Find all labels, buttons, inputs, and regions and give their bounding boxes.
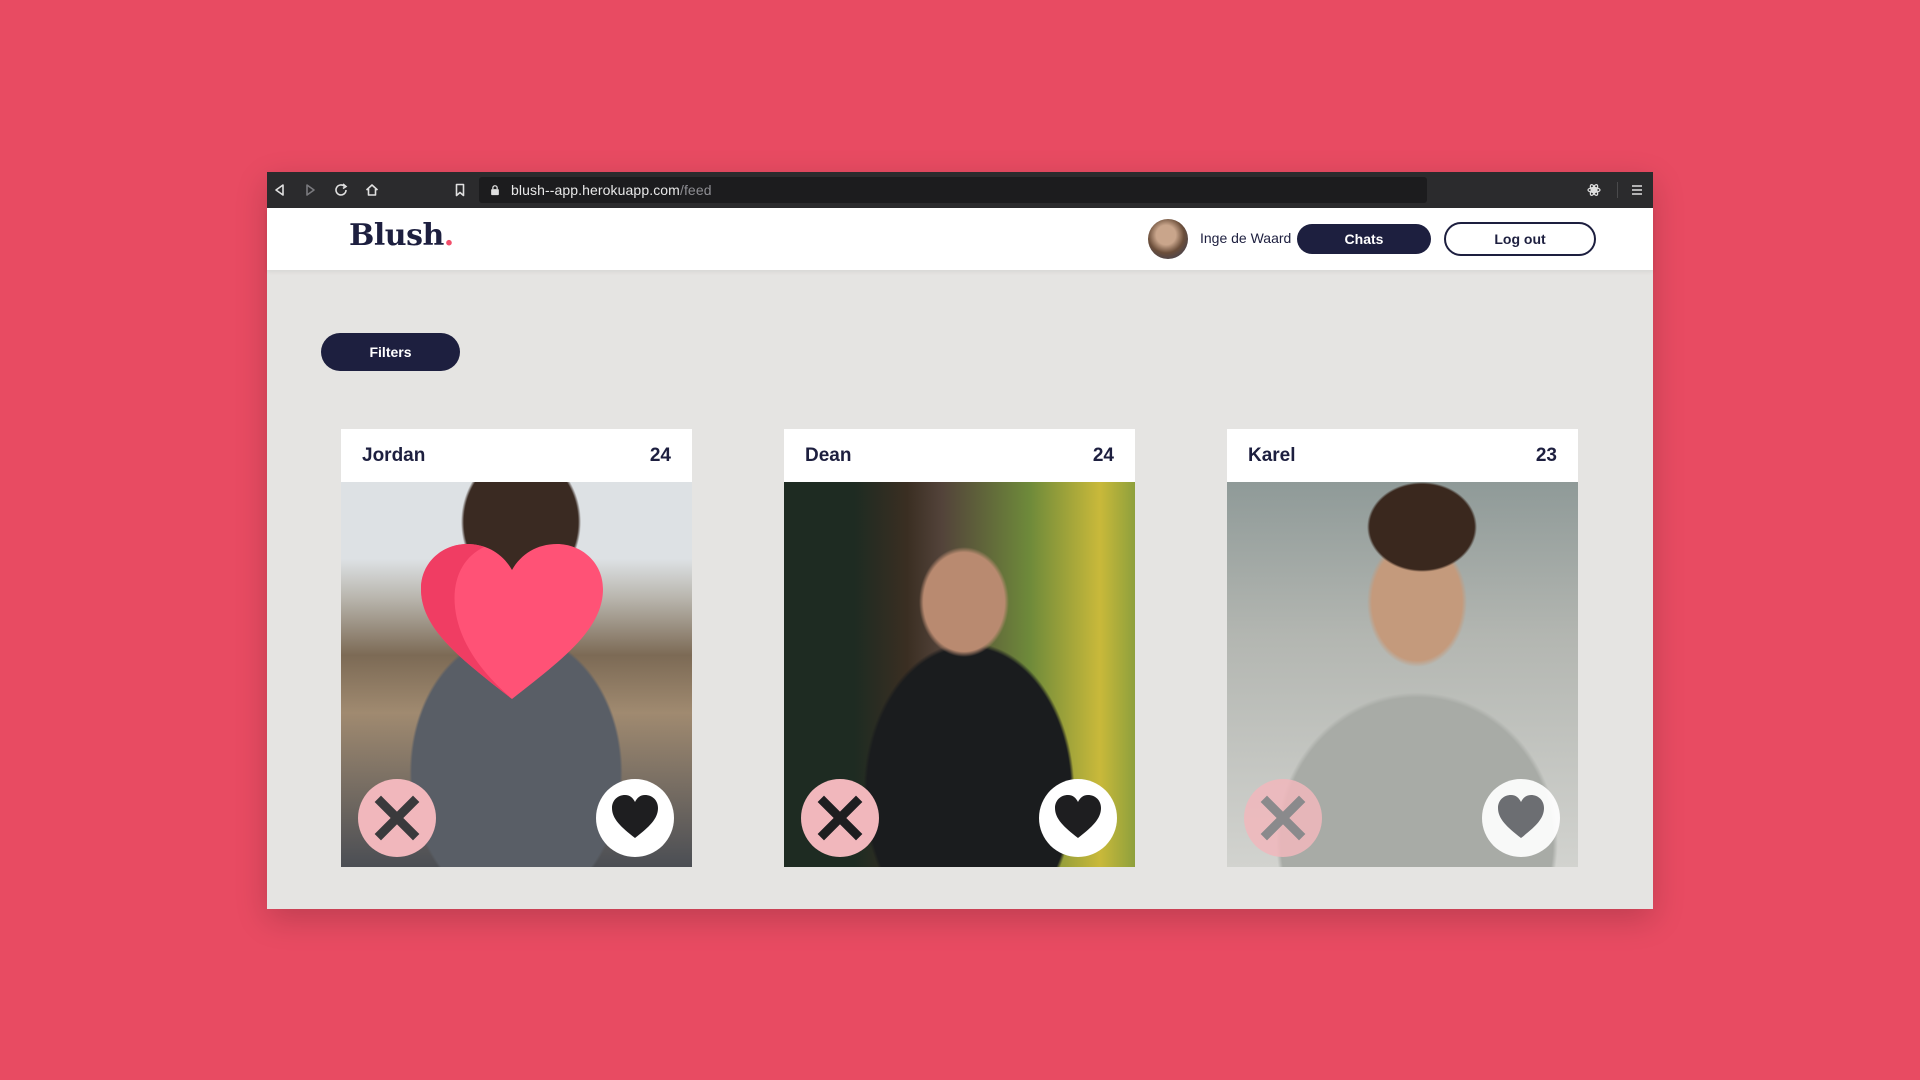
- profile-photo: [341, 482, 692, 867]
- chats-button[interactable]: Chats: [1297, 224, 1431, 254]
- logo-text: Blush: [349, 218, 444, 253]
- menu-icon[interactable]: [1628, 181, 1646, 199]
- profile-photo: [1227, 482, 1578, 867]
- url-path: /feed: [679, 182, 712, 198]
- heart-icon: [1498, 795, 1544, 838]
- heart-icon: [612, 795, 658, 838]
- filters-button[interactable]: Filters: [321, 333, 460, 371]
- address-bar[interactable]: blush--app.herokuapp.com/feed: [479, 177, 1427, 203]
- extension-icon[interactable]: [1585, 181, 1603, 199]
- card-header: Jordan 24: [341, 429, 692, 482]
- profile-card: Dean 24: [784, 429, 1135, 867]
- url-host: blush--app.herokuapp.com: [511, 182, 680, 198]
- profile-photo: [784, 482, 1135, 867]
- logout-button[interactable]: Log out: [1444, 222, 1596, 256]
- close-icon: [817, 795, 863, 841]
- toolbar-divider: [1617, 182, 1618, 198]
- blush-logo[interactable]: Blush.: [349, 218, 454, 253]
- browser-toolbar: blush--app.herokuapp.com/feed: [267, 172, 1653, 208]
- profile-name: Karel: [1248, 444, 1296, 466]
- app-header: Blush. Inge de Waard Chats Log out: [267, 208, 1653, 270]
- user-name: Inge de Waard: [1200, 230, 1292, 246]
- like-button[interactable]: [596, 779, 674, 857]
- reload-icon[interactable]: [332, 181, 350, 199]
- profile-card: Jordan 24: [341, 429, 692, 867]
- profile-age: 24: [649, 444, 671, 466]
- forward-icon[interactable]: [301, 181, 319, 199]
- dislike-button[interactable]: [801, 779, 879, 857]
- url-text: blush--app.herokuapp.com/feed: [511, 182, 712, 198]
- dislike-button[interactable]: [358, 779, 436, 857]
- profile-age: 23: [1535, 444, 1557, 466]
- profile-name: Dean: [805, 444, 852, 466]
- liked-heart-icon: [421, 544, 603, 699]
- dislike-button[interactable]: [1244, 779, 1322, 857]
- lock-icon: [489, 183, 503, 197]
- home-icon[interactable]: [363, 181, 381, 199]
- like-button[interactable]: [1039, 779, 1117, 857]
- profile-name: Jordan: [362, 444, 426, 466]
- close-icon: [374, 795, 420, 841]
- back-icon[interactable]: [271, 181, 289, 199]
- logo-dot: .: [443, 218, 454, 253]
- profile-age: 24: [1092, 444, 1114, 466]
- card-header: Karel 23: [1227, 429, 1578, 482]
- profile-card: Karel 23: [1227, 429, 1578, 867]
- like-button[interactable]: [1482, 779, 1560, 857]
- bookmark-icon[interactable]: [451, 181, 469, 199]
- card-header: Dean 24: [784, 429, 1135, 482]
- browser-window: blush--app.herokuapp.com/feed Blush. Ing…: [267, 172, 1653, 909]
- close-icon: [1260, 795, 1306, 841]
- user-avatar[interactable]: [1148, 219, 1188, 259]
- heart-icon: [1055, 795, 1101, 838]
